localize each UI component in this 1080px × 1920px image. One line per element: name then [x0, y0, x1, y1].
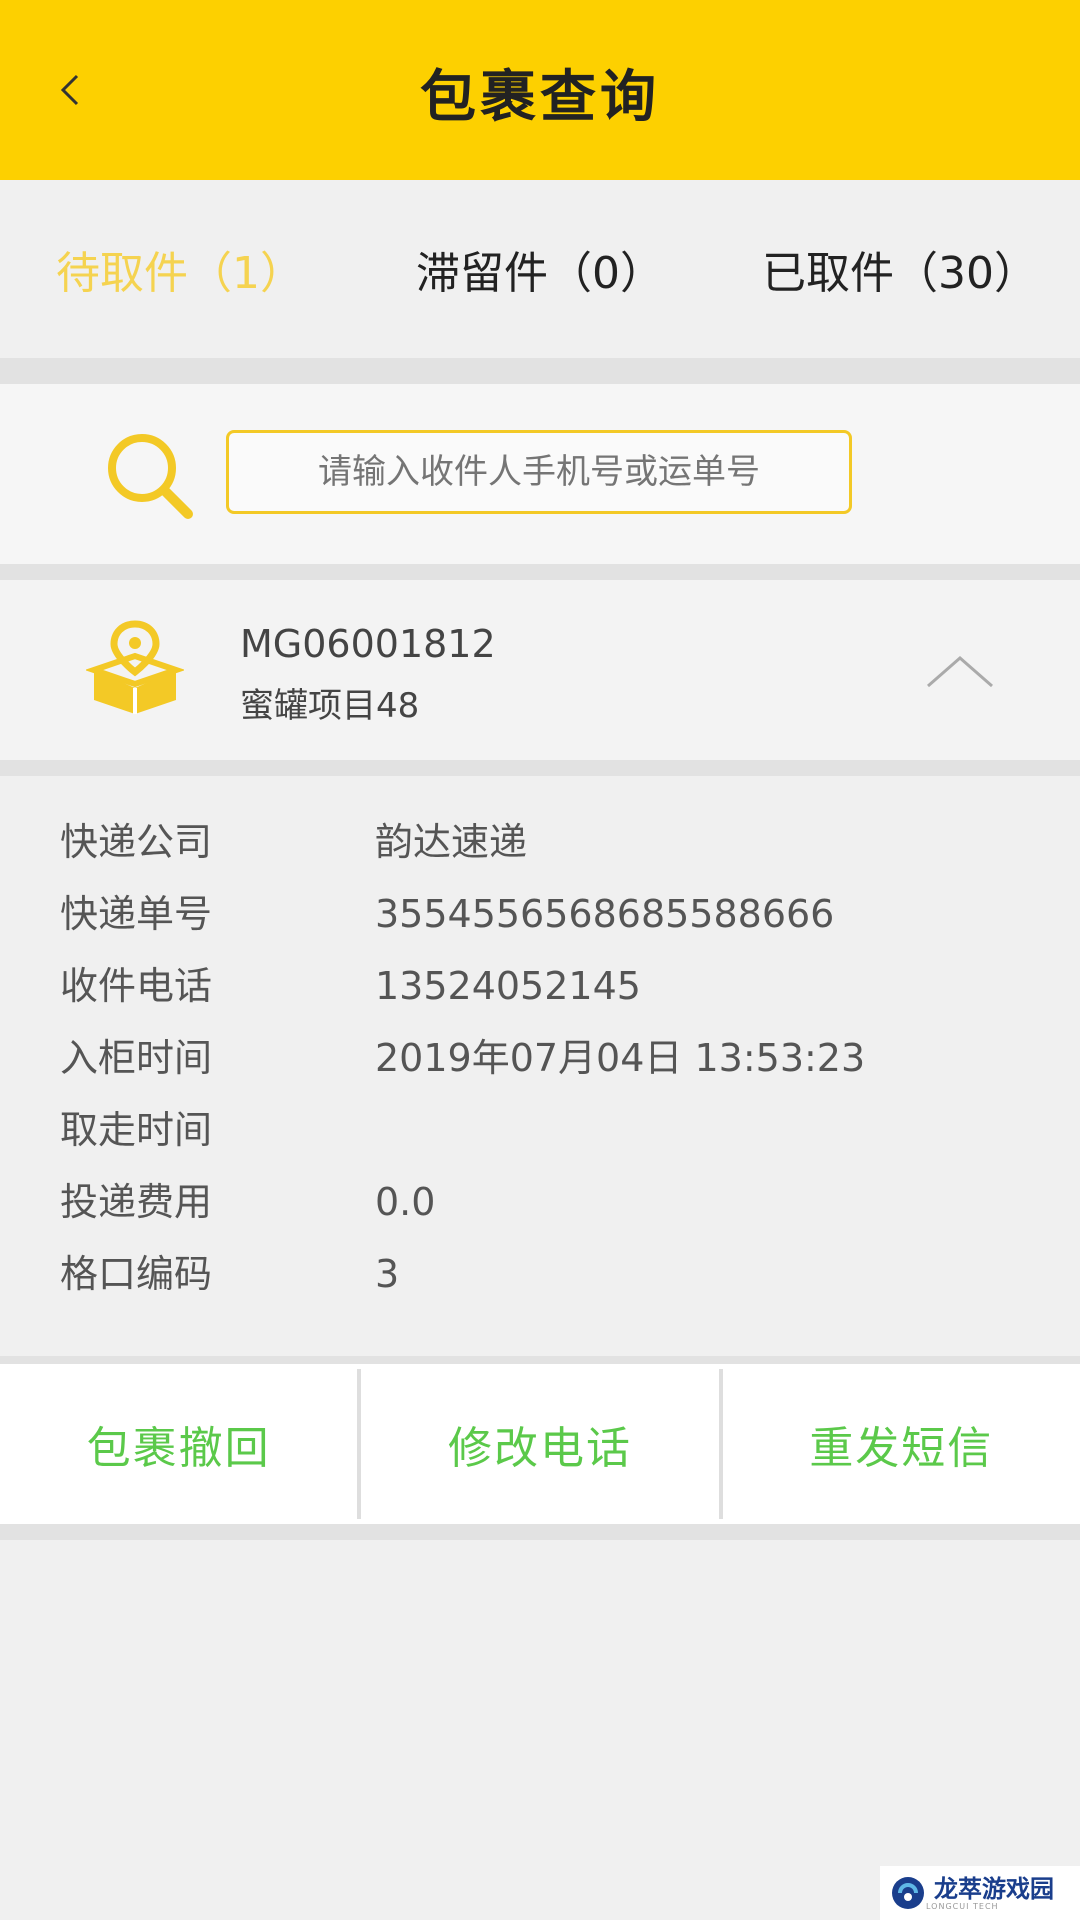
detail-row-phone: 收件电话 13524052145	[0, 950, 1080, 1022]
detail-label: 格口编码	[60, 1252, 213, 1296]
app-header: 包裹查询	[0, 0, 1080, 180]
search-icon[interactable]	[104, 430, 196, 522]
package-details: 快递公司 韵达速递 快递单号 3554556568685588666 收件电话 …	[0, 776, 1080, 1356]
recall-package-button[interactable]: 包裹撤回	[0, 1364, 357, 1524]
detail-row-stored-time: 入柜时间 2019年07月04日 13:53:23	[0, 1022, 1080, 1094]
divider	[0, 760, 1080, 776]
brand-logo-icon	[892, 1877, 924, 1909]
package-code: MG06001812	[240, 622, 496, 666]
action-bar: 包裹撤回 修改电话 重发短信	[0, 1364, 1080, 1524]
chevron-up-icon[interactable]	[920, 640, 1000, 700]
package-name: 蜜罐项目48	[240, 686, 420, 726]
edit-phone-button[interactable]: 修改电话	[361, 1364, 718, 1524]
detail-row-company: 快递公司 韵达速递	[0, 806, 1080, 878]
watermark-subtext: LONGCUI TECH	[926, 1901, 999, 1911]
divider	[0, 564, 1080, 580]
detail-row-compartment: 格口编码 3	[0, 1238, 1080, 1310]
tab-pending[interactable]: 待取件（1）	[0, 180, 360, 358]
detail-label: 收件电话	[60, 964, 213, 1008]
detail-label: 取走时间	[60, 1108, 213, 1152]
detail-label: 投递费用	[60, 1180, 213, 1224]
page-title: 包裹查询	[420, 65, 660, 130]
detail-value: 韵达速递	[375, 820, 528, 864]
detail-row-fee: 投递费用 0.0	[0, 1166, 1080, 1238]
detail-value: 2019年07月04日 13:53:23	[375, 1036, 866, 1080]
detail-value: 0.0	[375, 1180, 436, 1224]
search-input[interactable]	[226, 430, 852, 514]
detail-row-pickup-time: 取走时间	[0, 1094, 1080, 1166]
tab-picked-up[interactable]: 已取件（30）	[720, 180, 1080, 358]
detail-value: 3554556568685588666	[375, 892, 835, 936]
divider	[0, 358, 1080, 384]
divider	[0, 1356, 1080, 1364]
detail-label: 快递公司	[60, 820, 213, 864]
detail-value: 13524052145	[375, 964, 641, 1008]
detail-row-tracking: 快递单号 3554556568685588666	[0, 878, 1080, 950]
detail-label: 快递单号	[60, 892, 213, 936]
package-location-icon	[86, 620, 184, 714]
watermark: 龙萃游戏园 LONGCUI TECH	[880, 1866, 1080, 1920]
resend-sms-button[interactable]: 重发短信	[723, 1364, 1080, 1524]
detail-label: 入柜时间	[60, 1036, 213, 1080]
watermark-text: 龙萃游戏园	[934, 1874, 1054, 1903]
detail-value: 3	[375, 1252, 400, 1296]
tab-stranded[interactable]: 滞留件（0）	[360, 180, 720, 358]
watermark-text-block: 龙萃游戏园 LONGCUI TECH	[926, 1876, 1054, 1911]
divider	[0, 1524, 1080, 1540]
status-tabs: 待取件（1） 滞留件（0） 已取件（30）	[0, 180, 1080, 358]
